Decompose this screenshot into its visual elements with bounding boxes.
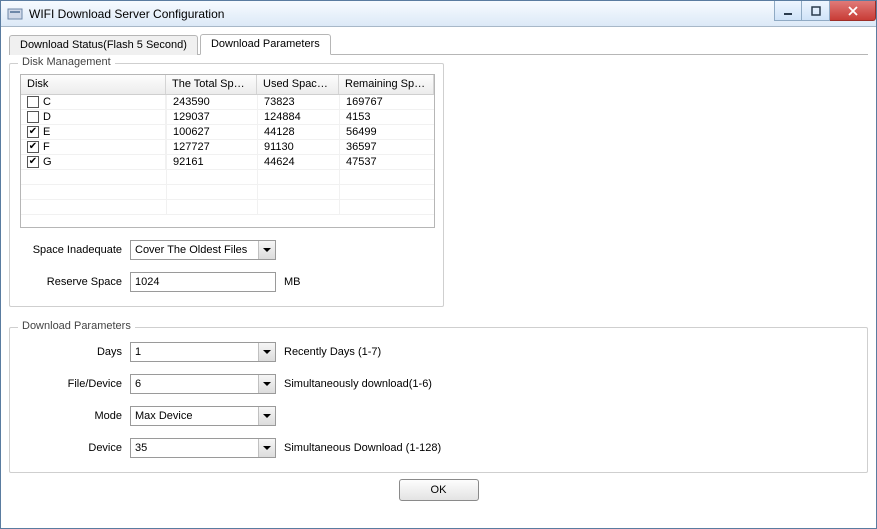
col-header-remain[interactable]: Remaining Spac… — [339, 75, 434, 94]
group-disk-management: Disk Management Disk The Total Spac… Use… — [9, 63, 444, 307]
button-bar: OK — [9, 479, 868, 501]
ok-button[interactable]: OK — [399, 479, 479, 501]
disk-name: E — [43, 125, 50, 139]
disk-remain: 169767 — [339, 95, 434, 109]
disk-used: 124884 — [257, 110, 339, 124]
tab-download-status[interactable]: Download Status(Flash 5 Second) — [9, 35, 198, 55]
maximize-button[interactable] — [802, 1, 830, 21]
tab-panel-download-parameters: Disk Management Disk The Total Spac… Use… — [9, 55, 868, 524]
hint-days: Recently Days (1-7) — [284, 346, 381, 358]
col-header-total[interactable]: The Total Spac… — [166, 75, 257, 94]
row-file-device: File/Device 6 Simultaneously download(1-… — [20, 374, 857, 394]
table-row[interactable]: G 921614462447537 — [21, 155, 434, 170]
tab-download-parameters[interactable]: Download Parameters — [200, 34, 331, 55]
disk-checkbox[interactable] — [27, 111, 39, 123]
disk-total: 92161 — [166, 155, 257, 169]
close-button[interactable] — [830, 1, 876, 21]
app-window: WIFI Download Server Configuration Downl… — [0, 0, 877, 529]
combo-days-value: 1 — [131, 346, 258, 358]
col-header-used[interactable]: Used Space(MB) — [257, 75, 339, 94]
disk-table-body: C 24359073823169767 D 1290371248844153 E 1006… — [21, 95, 434, 227]
label-file-device: File/Device — [20, 378, 130, 390]
combo-space-inadequate[interactable]: Cover The Oldest Files — [130, 240, 276, 260]
group-params-legend: Download Parameters — [18, 320, 135, 332]
combo-device-value: 35 — [131, 442, 258, 454]
disk-total: 127727 — [166, 140, 257, 154]
minimize-button[interactable] — [774, 1, 802, 21]
disk-total: 100627 — [166, 125, 257, 139]
disk-checkbox[interactable] — [27, 141, 39, 153]
combo-mode[interactable]: Max Device — [130, 406, 276, 426]
combo-device[interactable]: 35 — [130, 438, 276, 458]
disk-checkbox[interactable] — [27, 96, 39, 108]
disk-table-header: Disk The Total Spac… Used Space(MB) Rema… — [21, 75, 434, 95]
chevron-down-icon — [258, 241, 275, 259]
chevron-down-icon — [258, 439, 275, 457]
label-mode: Mode — [20, 410, 130, 422]
disk-remain: 56499 — [339, 125, 434, 139]
chevron-down-icon — [258, 375, 275, 393]
input-reserve-space[interactable] — [130, 272, 276, 292]
table-row-empty — [21, 185, 434, 200]
label-space-inadequate: Space Inadequate — [20, 244, 130, 256]
disk-total: 243590 — [166, 95, 257, 109]
title-bar: WIFI Download Server Configuration — [1, 1, 876, 27]
unit-reserve-space: MB — [284, 276, 301, 288]
minimize-icon — [783, 6, 793, 16]
chevron-down-icon — [258, 343, 275, 361]
disk-remain: 4153 — [339, 110, 434, 124]
table-row-empty — [21, 200, 434, 215]
combo-mode-value: Max Device — [131, 410, 258, 422]
maximize-icon — [811, 6, 821, 16]
client-area: Download Status(Flash 5 Second) Download… — [1, 27, 876, 528]
disk-remain: 47537 — [339, 155, 434, 169]
disk-used: 91130 — [257, 140, 339, 154]
table-row[interactable]: F 1277279113036597 — [21, 140, 434, 155]
combo-space-inadequate-value: Cover The Oldest Files — [131, 244, 258, 256]
row-days: Days 1 Recently Days (1-7) — [20, 342, 857, 362]
disk-name: D — [43, 110, 51, 124]
label-reserve-space: Reserve Space — [20, 276, 130, 288]
row-mode: Mode Max Device — [20, 406, 857, 426]
disk-remain: 36597 — [339, 140, 434, 154]
app-icon — [7, 6, 23, 22]
disk-checkbox[interactable] — [27, 156, 39, 168]
hint-file-device: Simultaneously download(1-6) — [284, 378, 432, 390]
label-days: Days — [20, 346, 130, 358]
window-controls — [774, 1, 876, 21]
disk-name: F — [43, 140, 50, 154]
disk-used: 73823 — [257, 95, 339, 109]
row-reserve-space: Reserve Space MB — [20, 272, 433, 292]
row-device: Device 35 Simultaneous Download (1-128) — [20, 438, 857, 458]
group-download-parameters: Download Parameters Days 1 Recently Days… — [9, 327, 868, 473]
window-title: WIFI Download Server Configuration — [29, 7, 224, 21]
row-space-inadequate: Space Inadequate Cover The Oldest Files — [20, 240, 433, 260]
combo-file-device[interactable]: 6 — [130, 374, 276, 394]
combo-days[interactable]: 1 — [130, 342, 276, 362]
disk-used: 44128 — [257, 125, 339, 139]
disk-checkbox[interactable] — [27, 126, 39, 138]
disk-name: G — [43, 155, 52, 169]
table-row[interactable]: D 1290371248844153 — [21, 110, 434, 125]
combo-file-device-value: 6 — [131, 378, 258, 390]
group-disk-legend: Disk Management — [18, 56, 115, 68]
chevron-down-icon — [258, 407, 275, 425]
disk-table: Disk The Total Spac… Used Space(MB) Rema… — [20, 74, 435, 228]
table-row[interactable]: E 1006274412856499 — [21, 125, 434, 140]
disk-name: C — [43, 95, 51, 109]
table-row-empty — [21, 170, 434, 185]
table-row[interactable]: C 24359073823169767 — [21, 95, 434, 110]
disk-total: 129037 — [166, 110, 257, 124]
col-header-disk[interactable]: Disk — [21, 75, 166, 94]
hint-device: Simultaneous Download (1-128) — [284, 442, 441, 454]
tab-strip: Download Status(Flash 5 Second) Download… — [9, 33, 868, 55]
label-device: Device — [20, 442, 130, 454]
close-icon — [847, 6, 859, 16]
disk-used: 44624 — [257, 155, 339, 169]
